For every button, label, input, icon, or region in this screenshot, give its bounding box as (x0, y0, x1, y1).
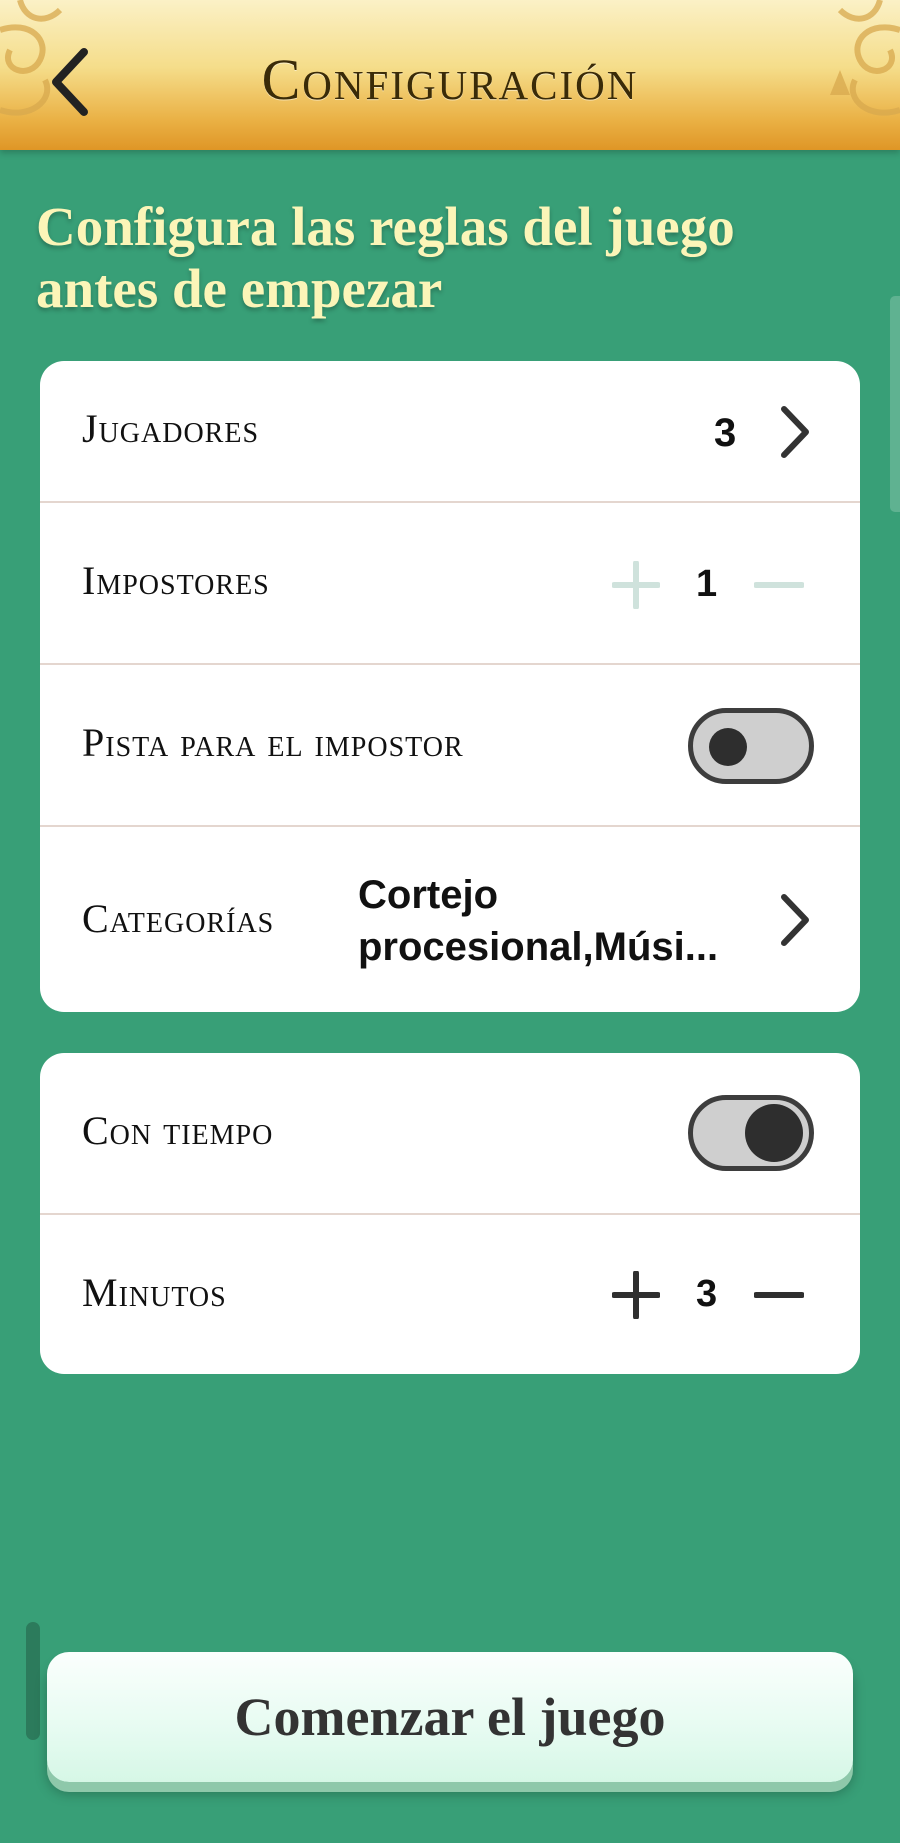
categories-value-line2: procesional,Músi... (358, 925, 719, 969)
impostor-hint-row: Pista para el impostor (40, 665, 860, 827)
categories-label: Categorías (82, 896, 275, 941)
categories-row[interactable]: Categorías Cortejo procesional,Músi... (40, 827, 860, 1012)
categories-value: Cortejo procesional,Músi... (358, 869, 778, 973)
players-label: Jugadores (82, 406, 260, 451)
players-value: 3 (714, 411, 737, 455)
impostor-hint-label: Pista para el impostor (82, 720, 464, 765)
plus-icon[interactable] (612, 1271, 660, 1319)
page-title: Configuración (261, 47, 639, 112)
impostors-value: 1 (696, 563, 718, 605)
chevron-right-icon (781, 894, 809, 946)
players-row[interactable]: Jugadores 3 (40, 361, 860, 503)
minutes-label: Minutos (82, 1270, 227, 1315)
impostor-hint-toggle[interactable] (688, 708, 814, 784)
intro-heading: Configura las reglas del juego antes de … (36, 196, 735, 319)
toggle-knob (745, 1104, 803, 1162)
with-time-row: Con tiempo (40, 1053, 860, 1215)
with-time-toggle[interactable] (688, 1095, 814, 1171)
minutes-value: 3 (696, 1273, 718, 1315)
top-app-bar: Configuración (0, 0, 900, 150)
impostors-row: Impostores 1 (40, 503, 860, 665)
game-rules-card: Jugadores 3 Impostores 1 Pista para el i… (40, 361, 860, 1012)
impostors-label: Impostores (82, 558, 270, 603)
with-time-label: Con tiempo (82, 1108, 274, 1153)
minus-icon[interactable] (754, 1271, 804, 1319)
plus-icon[interactable] (612, 561, 660, 609)
minus-icon[interactable] (754, 561, 804, 609)
start-game-button[interactable]: Comenzar el juego (47, 1652, 853, 1782)
scrollbar-left[interactable] (26, 1622, 40, 1740)
minutes-row: Minutos 3 (40, 1215, 860, 1374)
toggle-knob (709, 728, 747, 766)
categories-value-line1: Cortejo (358, 873, 498, 917)
scrollbar-right[interactable] (890, 296, 900, 512)
chevron-right-icon (781, 406, 809, 458)
start-game-label: Comenzar el juego (234, 1687, 666, 1747)
timer-card: Con tiempo Minutos 3 (40, 1053, 860, 1374)
